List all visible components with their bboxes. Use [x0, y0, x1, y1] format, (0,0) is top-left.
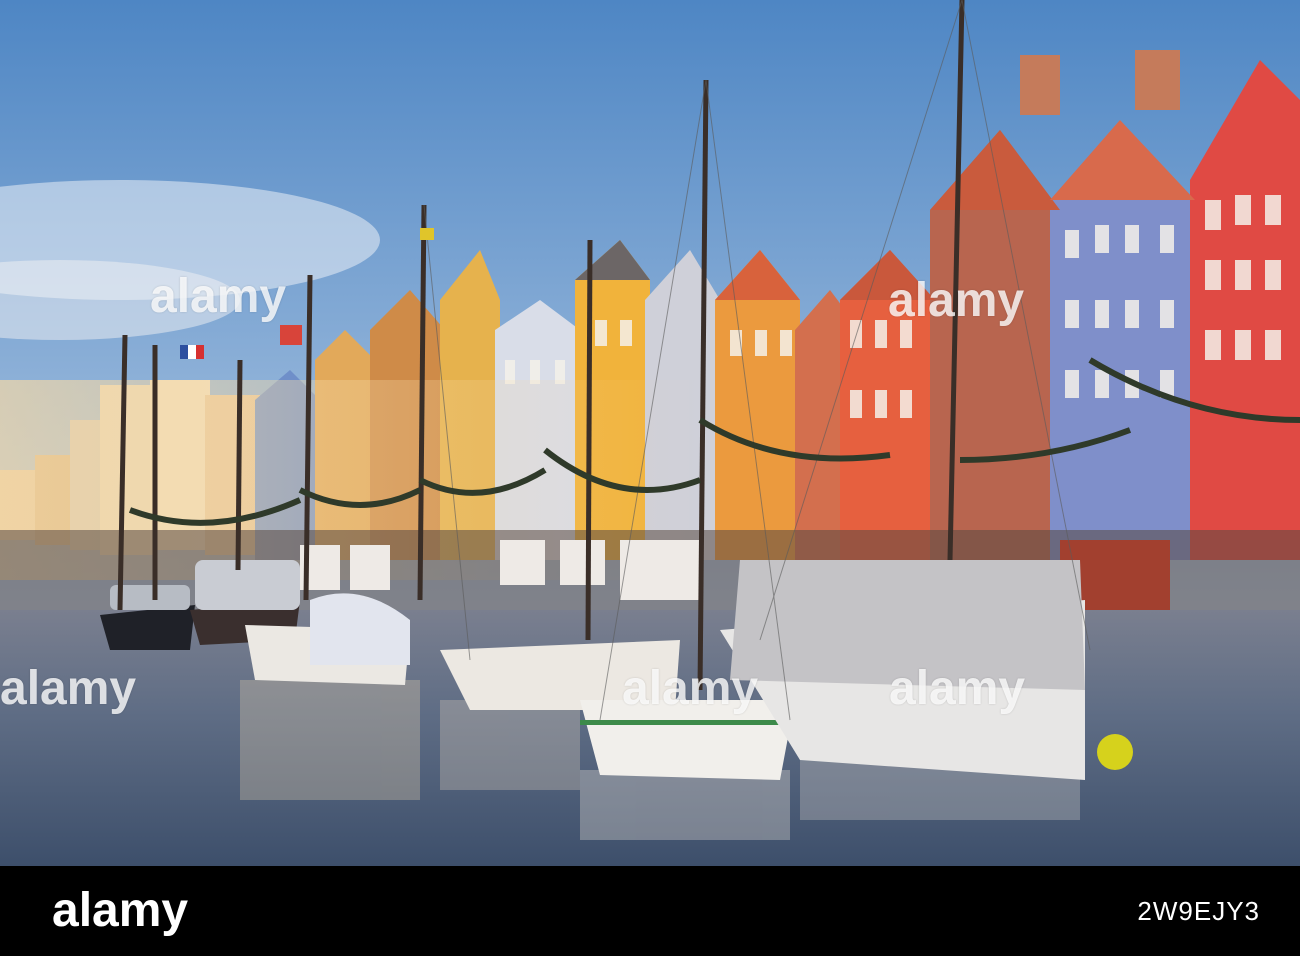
image-id: 2W9EJY3 [1137, 896, 1260, 926]
stock-photo: alamy alamy alamy alamy alamy [0, 0, 1300, 866]
watermark-text: alamy [0, 662, 137, 715]
footer-bar: alamy 2W9EJY3 [0, 866, 1300, 956]
watermark-text: alamy [150, 270, 287, 323]
nyhavn-harbour-scene [0, 0, 1300, 866]
watermark-text: alamy [889, 662, 1026, 715]
watermark-text: alamy [622, 662, 759, 715]
alamy-logo: alamy [52, 884, 189, 937]
watermark-text: alamy [888, 274, 1025, 327]
